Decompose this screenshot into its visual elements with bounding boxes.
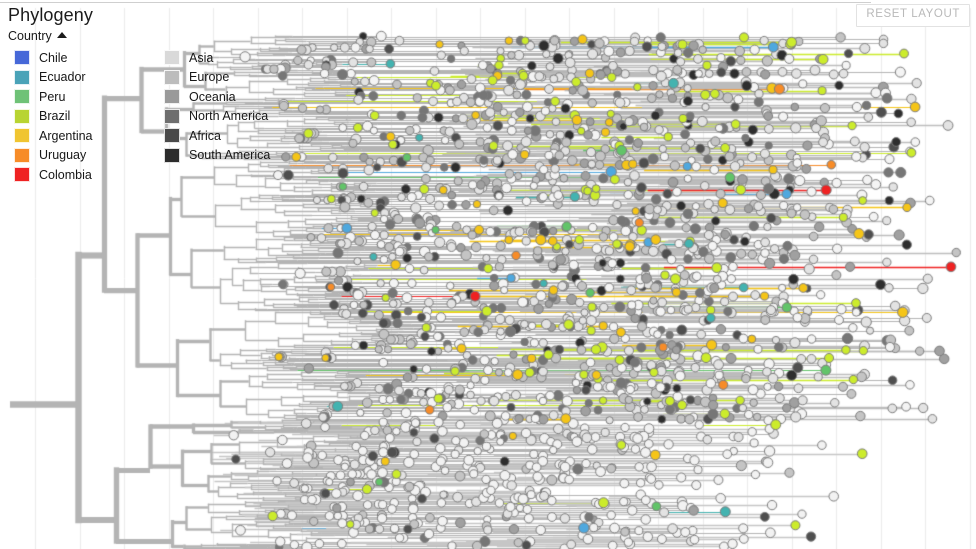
legend-item-label: Asia (189, 50, 214, 65)
phylogeny-panel: Phylogeny RESET LAYOUT Country Chile Ecua… (0, 0, 976, 549)
reset-layout-button[interactable]: RESET LAYOUT (856, 4, 970, 27)
legend-item-argentina[interactable]: Argentina (8, 126, 158, 146)
legend-item-label: Europe (189, 70, 230, 85)
legend-columns: Chile Ecuador Peru Brazil Argentina Uruguay Co… (8, 48, 308, 185)
chevron-up-icon (56, 32, 67, 38)
legend-swatch (164, 89, 180, 105)
legend-item-label: South America (189, 148, 271, 163)
legend: Country Chile Ecuador Peru Brazil Argentina U… (8, 28, 308, 185)
legend-item-label: Africa (189, 128, 221, 143)
legend-item-oceania[interactable]: Oceania (158, 87, 270, 107)
legend-item-label: Chile (39, 50, 68, 65)
legend-swatch (14, 108, 30, 124)
legend-item-chile[interactable]: Chile (8, 48, 158, 68)
legend-item-label: Oceania (189, 89, 236, 104)
legend-column-continents: Asia Europe Oceania North America Africa Sout… (158, 48, 270, 185)
legend-item-ecuador[interactable]: Ecuador (8, 68, 158, 88)
legend-item-europe[interactable]: Europe (158, 68, 270, 88)
legend-item-label: North America (189, 109, 269, 124)
legend-swatch (164, 147, 180, 163)
legend-swatch (164, 69, 180, 85)
legend-swatch (164, 128, 180, 144)
legend-item-brazil[interactable]: Brazil (8, 107, 158, 127)
legend-item-label: Argentina (39, 128, 93, 143)
legend-item-peru[interactable]: Peru (8, 87, 158, 107)
legend-swatch (164, 50, 180, 66)
legend-item-label: Uruguay (39, 148, 87, 163)
legend-item-uruguay[interactable]: Uruguay (8, 146, 158, 166)
legend-swatch (14, 50, 30, 66)
legend-swatch (14, 89, 30, 105)
legend-title: Country (8, 29, 52, 43)
legend-item-south-america[interactable]: South America (158, 146, 270, 166)
legend-item-north-america[interactable]: North America (158, 107, 270, 127)
legend-item-label: Peru (39, 89, 66, 104)
header-divider (0, 2, 871, 3)
legend-swatch (14, 167, 30, 183)
legend-item-asia[interactable]: Asia (158, 48, 270, 68)
legend-swatch (14, 128, 30, 144)
legend-item-colombia[interactable]: Colombia (8, 165, 158, 185)
legend-swatch (14, 147, 30, 163)
legend-swatch (14, 69, 30, 85)
legend-item-label: Ecuador (39, 70, 86, 85)
legend-item-label: Colombia (39, 167, 92, 182)
legend-item-africa[interactable]: Africa (158, 126, 270, 146)
legend-column-countries: Chile Ecuador Peru Brazil Argentina Uruguay Co… (8, 48, 158, 185)
legend-swatch (164, 108, 180, 124)
legend-item-label: Brazil (39, 109, 71, 124)
legend-toggle-country[interactable]: Country (8, 28, 86, 44)
